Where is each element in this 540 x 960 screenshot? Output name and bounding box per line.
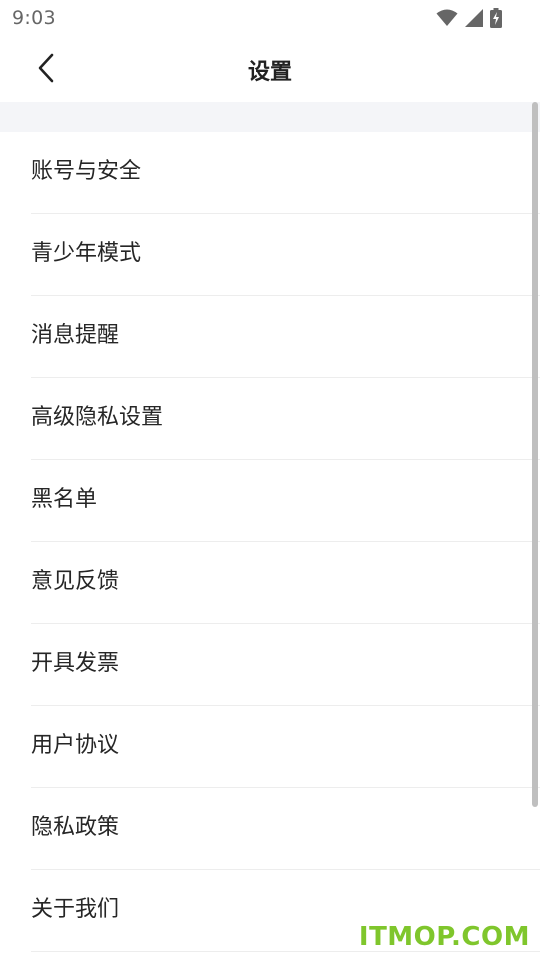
menu-item-privacy-policy[interactable]: 隐私政策 xyxy=(31,788,540,870)
menu-item-label: 意见反馈 xyxy=(31,569,120,594)
settings-menu-list: 账号与安全 青少年模式 消息提醒 高级隐私设置 黑名单 意见反馈 开具发票 用户… xyxy=(0,132,540,952)
status-time: 9:03 xyxy=(12,7,56,29)
page-title: 设置 xyxy=(247,60,292,85)
scrollbar-thumb[interactable] xyxy=(532,102,538,807)
menu-item-user-agreement[interactable]: 用户协议 xyxy=(31,706,540,788)
status-bar: 9:03 xyxy=(0,0,540,36)
menu-item-label: 隐私政策 xyxy=(31,815,120,840)
menu-item-invoice[interactable]: 开具发票 xyxy=(31,624,540,706)
menu-item-label: 关于我们 xyxy=(31,897,120,922)
title-bar: 设置 xyxy=(0,36,540,102)
menu-item-notifications[interactable]: 消息提醒 xyxy=(31,296,540,378)
menu-item-label: 青少年模式 xyxy=(31,241,142,266)
menu-item-label: 用户协议 xyxy=(31,733,120,758)
menu-item-label: 账号与安全 xyxy=(31,159,142,184)
menu-item-blacklist[interactable]: 黑名单 xyxy=(31,460,540,542)
section-spacer xyxy=(0,102,540,132)
menu-item-account-security[interactable]: 账号与安全 xyxy=(31,132,540,214)
wifi-icon xyxy=(436,9,458,27)
settings-screen: 9:03 设置 账号与安全 青少年模式 消息提醒 高级隐私设置 黑名单 意见反馈… xyxy=(0,0,540,960)
menu-item-advanced-privacy[interactable]: 高级隐私设置 xyxy=(31,378,540,460)
menu-item-feedback[interactable]: 意见反馈 xyxy=(31,542,540,624)
battery-charging-icon xyxy=(490,8,502,28)
menu-item-label: 高级隐私设置 xyxy=(31,405,164,430)
menu-item-label: 黑名单 xyxy=(31,487,98,512)
status-icons xyxy=(436,7,502,29)
menu-item-teen-mode[interactable]: 青少年模式 xyxy=(31,214,540,296)
watermark-logo: ITMOP.COM xyxy=(358,922,530,952)
menu-item-label: 消息提醒 xyxy=(31,323,120,348)
menu-item-label: 开具发票 xyxy=(31,651,120,676)
cellular-signal-icon xyxy=(464,8,484,28)
